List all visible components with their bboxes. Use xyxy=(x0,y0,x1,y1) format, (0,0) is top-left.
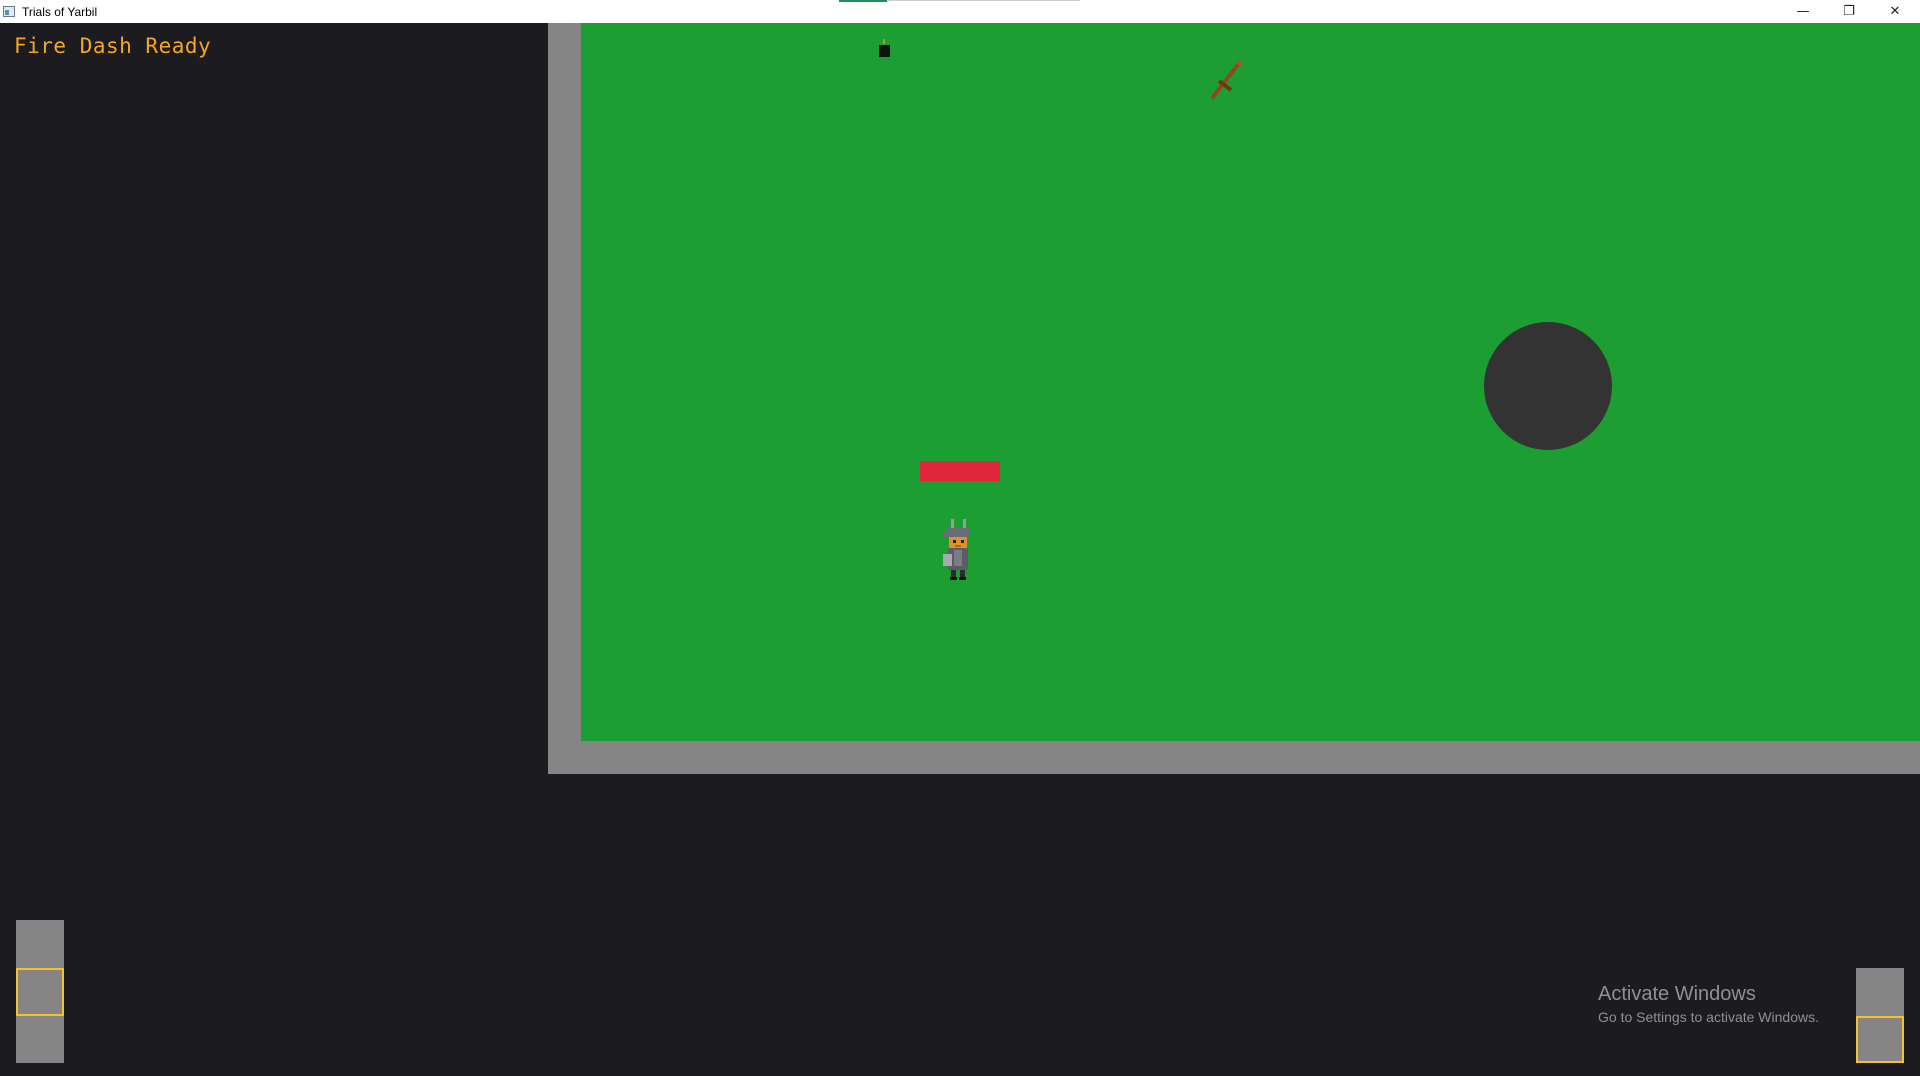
close-button[interactable]: ✕ xyxy=(1872,0,1918,23)
window-titlebar: Trials of Yarbil — ❐ ✕ xyxy=(0,0,1920,23)
dark-pit xyxy=(1484,322,1612,450)
player-sprite xyxy=(943,519,969,580)
sword-icon xyxy=(1210,60,1242,100)
minimize-button[interactable]: — xyxy=(1780,0,1826,23)
bomb-icon xyxy=(879,39,890,57)
app-icon xyxy=(3,6,15,17)
right-selected-slot[interactable] xyxy=(1856,1016,1904,1063)
activation-watermark: Activate Windows Go to Settings to activ… xyxy=(1598,982,1819,1026)
watermark-subtitle: Go to Settings to activate Windows. xyxy=(1598,1009,1819,1025)
restore-button[interactable]: ❐ xyxy=(1826,0,1872,23)
enemy-health-bar xyxy=(920,461,1000,481)
ability-status-text: Fire Dash Ready xyxy=(14,34,212,58)
right-inventory-slots[interactable] xyxy=(1856,968,1904,1063)
window-title: Trials of Yarbil xyxy=(22,4,98,19)
title-progress-indicator xyxy=(839,0,887,2)
left-selected-slot[interactable] xyxy=(16,968,64,1016)
title-progress-track xyxy=(887,0,1080,1)
arena-floor xyxy=(581,23,1920,741)
left-inventory-slots[interactable] xyxy=(16,920,64,1063)
watermark-title: Activate Windows xyxy=(1598,983,1756,1005)
